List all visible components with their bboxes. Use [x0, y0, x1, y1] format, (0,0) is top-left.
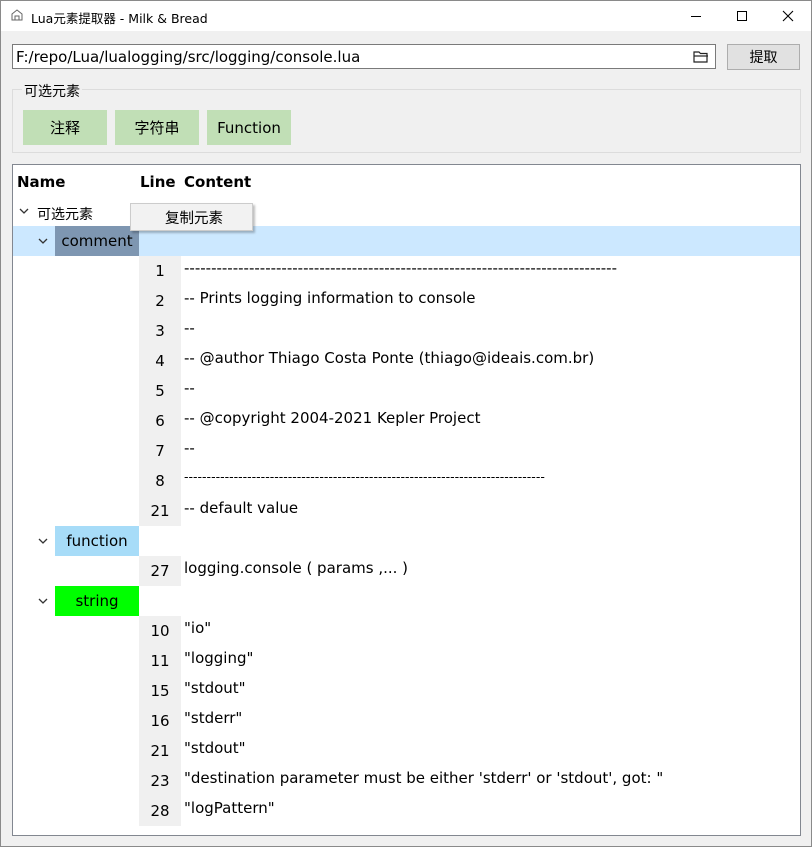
category-comment[interactable]: comment	[55, 226, 139, 256]
comment-filter-button[interactable]: 注释	[23, 110, 107, 145]
elements-tree[interactable]: Name Line Content 可选元素 comment 1 -------…	[12, 164, 801, 836]
line-number: 6	[139, 406, 181, 436]
content-text[interactable]: --	[184, 379, 195, 397]
content-text[interactable]: "logPattern"	[184, 799, 275, 817]
content-text[interactable]: --	[184, 319, 195, 337]
content-text[interactable]: ----------------------------------------…	[184, 469, 545, 484]
line-number: 21	[139, 496, 181, 526]
copy-element-menu-item[interactable]: 复制元素	[165, 207, 223, 228]
content-text[interactable]: "stdout"	[184, 679, 246, 697]
chevron-down-icon[interactable]	[38, 597, 48, 605]
minimize-icon	[691, 16, 701, 17]
content-text[interactable]: "destination parameter must be either 's…	[184, 769, 663, 787]
header-line[interactable]: Line	[140, 173, 176, 191]
line-number: 28	[139, 796, 181, 826]
category-function[interactable]: function	[55, 526, 139, 556]
header-content[interactable]: Content	[184, 173, 251, 191]
file-path-value: F:/repo/Lua/lualogging/src/logging/conso…	[16, 48, 361, 66]
line-number: 15	[139, 676, 181, 706]
window-title: Lua元素提取器 - Milk & Bread	[31, 11, 208, 26]
line-number: 3	[139, 316, 181, 346]
line-number: 2	[139, 286, 181, 316]
content-text[interactable]: logging.console ( params ,... )	[184, 559, 408, 577]
chevron-down-icon[interactable]	[38, 537, 48, 545]
folder-icon[interactable]	[693, 50, 709, 64]
minimize-button[interactable]	[673, 1, 719, 31]
content-text[interactable]: "io"	[184, 619, 211, 637]
close-icon	[782, 10, 794, 22]
string-filter-button[interactable]: 字符串	[115, 110, 199, 145]
file-path-input[interactable]: F:/repo/Lua/lualogging/src/logging/conso…	[12, 44, 716, 69]
function-filter-button[interactable]: Function	[207, 110, 291, 145]
content-text[interactable]: ----------------------------------------…	[184, 259, 617, 277]
line-number: 23	[139, 766, 181, 796]
line-number: 16	[139, 706, 181, 736]
app-window: Lua元素提取器 - Milk & Bread F:/repo/Lua/lual…	[0, 0, 812, 847]
filter-group-label: 可选元素	[22, 81, 82, 101]
context-menu: 复制元素	[130, 203, 253, 231]
line-number: 21	[139, 736, 181, 766]
line-number: 7	[139, 436, 181, 466]
header-name[interactable]: Name	[17, 173, 65, 191]
line-number: 1	[139, 256, 181, 286]
close-button[interactable]	[765, 1, 811, 31]
maximize-icon	[737, 11, 747, 21]
line-number: 11	[139, 646, 181, 676]
maximize-button[interactable]	[719, 1, 765, 31]
app-icon	[11, 9, 23, 21]
content-text[interactable]: --	[184, 439, 195, 457]
tree-root-label[interactable]: 可选元素	[37, 204, 93, 224]
title-bar: Lua元素提取器 - Milk & Bread	[1, 1, 811, 31]
category-string[interactable]: string	[55, 586, 139, 616]
chevron-down-icon[interactable]	[38, 237, 48, 245]
content-text[interactable]: -- @copyright 2004-2021 Kepler Project	[184, 409, 480, 427]
chevron-down-icon[interactable]	[19, 207, 29, 215]
content-text[interactable]: -- @author Thiago Costa Ponte (thiago@id…	[184, 349, 594, 367]
line-number: 10	[139, 616, 181, 646]
content-text[interactable]: "stderr"	[184, 709, 242, 727]
content-text[interactable]: "logging"	[184, 649, 253, 667]
content-text[interactable]: -- Prints logging information to console	[184, 289, 476, 307]
line-number: 5	[139, 376, 181, 406]
line-number: 4	[139, 346, 181, 376]
content-text[interactable]: "stdout"	[184, 739, 246, 757]
line-number: 27	[139, 556, 181, 586]
content-text[interactable]: -- default value	[184, 499, 298, 517]
extract-button[interactable]: 提取	[727, 44, 800, 70]
line-number: 8	[139, 466, 181, 496]
